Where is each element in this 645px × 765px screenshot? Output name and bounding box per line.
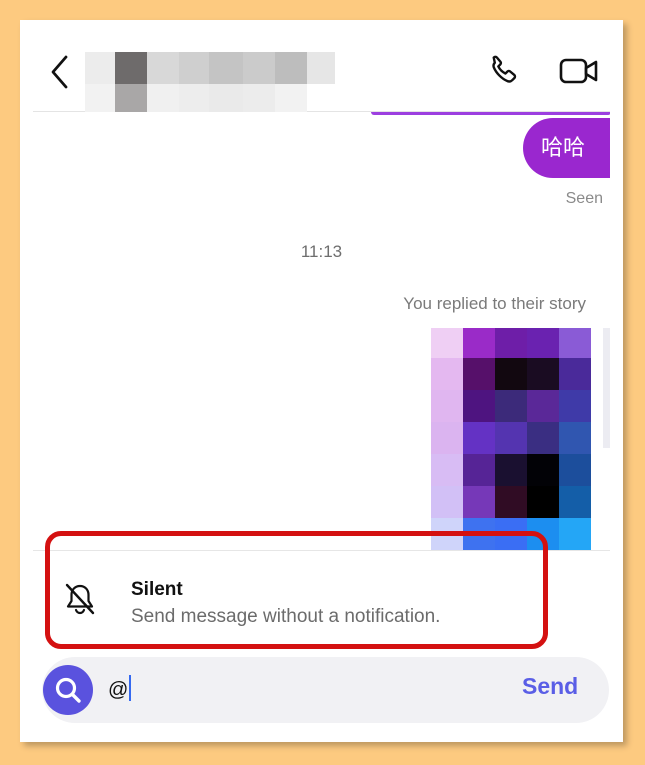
message-composer: @ Send	[42, 657, 609, 723]
phone-icon	[492, 55, 517, 83]
chat-screen: 哈哈 Seen 11:13 You replied to their story	[33, 32, 610, 730]
contact-name-blurred[interactable]	[85, 48, 335, 112]
text-caret	[129, 675, 132, 701]
story-thumbnail-edge	[603, 328, 610, 448]
chevron-left-icon	[51, 55, 68, 89]
video-camera-icon	[559, 58, 598, 84]
send-button[interactable]: Send	[522, 673, 578, 700]
voice-call-button[interactable]	[485, 52, 523, 90]
message-input-value: @	[108, 679, 129, 701]
back-button[interactable]	[49, 54, 71, 90]
highlight-annotation-box	[45, 531, 548, 649]
screenshot-frame: 哈哈 Seen 11:13 You replied to their story	[20, 20, 623, 742]
chat-header	[33, 32, 610, 112]
sent-message-bubble[interactable]: 哈哈	[523, 118, 610, 178]
seen-status: Seen	[565, 190, 603, 207]
previous-message-edge	[371, 112, 610, 115]
search-icon	[55, 677, 81, 703]
video-call-button[interactable]	[558, 54, 600, 88]
message-input[interactable]: @	[108, 675, 488, 705]
message-timestamp: 11:13	[300, 242, 343, 261]
search-button[interactable]	[43, 665, 93, 715]
story-reply-note: You replied to their story	[403, 294, 586, 313]
